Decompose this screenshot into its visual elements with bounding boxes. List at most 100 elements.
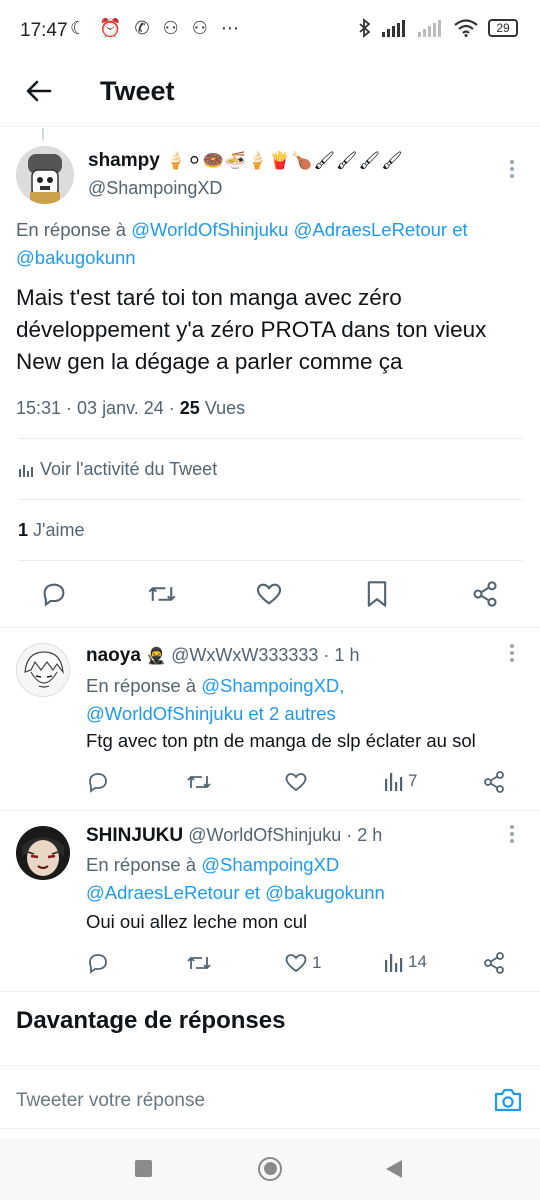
recents-button[interactable] bbox=[135, 1160, 152, 1177]
activity-label: Voir l'activité du Tweet bbox=[40, 459, 218, 479]
battery-icon: 29 bbox=[488, 19, 518, 37]
bluetooth-icon bbox=[359, 18, 371, 38]
author-handle[interactable]: @ShampoingXD bbox=[88, 178, 222, 199]
more-options-icon[interactable] bbox=[509, 160, 515, 180]
reply-context: En réponse à @ShampoingXD @AdraesLeRetou… bbox=[86, 851, 526, 907]
wifi-icon bbox=[454, 19, 478, 37]
share-button[interactable] bbox=[471, 580, 499, 608]
heart-icon bbox=[285, 773, 307, 792]
reply-author-line: SHINJUKU @WorldOfShinjuku · 2 h bbox=[86, 824, 382, 847]
views-count: 7 bbox=[408, 771, 418, 790]
system-icons: 29 bbox=[358, 18, 518, 38]
avatar-naoya[interactable] bbox=[16, 643, 70, 697]
more-options-icon[interactable] bbox=[509, 644, 515, 664]
reply-context: En réponse à @ShampoingXD, @WorldOfShinj… bbox=[86, 672, 526, 728]
back-button[interactable] bbox=[384, 1158, 404, 1180]
views-button[interactable]: 14 bbox=[384, 951, 427, 973]
signal-2-icon bbox=[418, 20, 441, 37]
divider bbox=[18, 438, 522, 439]
author-emojis: 🍦⚪🍩🍜🍦🍟🍗🖌🖌🖌🖌 bbox=[165, 151, 404, 170]
reply-prefix: En réponse à bbox=[86, 854, 197, 875]
reply-button[interactable] bbox=[40, 580, 68, 608]
share-icon bbox=[473, 581, 497, 607]
signal-icon bbox=[382, 20, 405, 37]
reply-author-emoji: 🥷 bbox=[146, 648, 166, 665]
divider bbox=[0, 991, 540, 992]
header-divider bbox=[0, 126, 540, 127]
likes-summary[interactable]: 1 J'aime bbox=[18, 520, 84, 541]
like-button[interactable] bbox=[284, 770, 312, 794]
share-button[interactable] bbox=[482, 770, 506, 794]
divider bbox=[0, 810, 540, 811]
reply-mentions-more[interactable]: @AdraesLeRetour et @bakugokunn bbox=[86, 879, 526, 907]
share-icon bbox=[484, 771, 504, 793]
reply-author-name[interactable]: SHINJUKU bbox=[86, 825, 183, 846]
like-button[interactable]: 1 bbox=[284, 951, 321, 975]
retweet-icon bbox=[148, 587, 176, 601]
retweet-icon bbox=[187, 776, 211, 788]
reply-input[interactable]: Tweeter votre réponse bbox=[16, 1090, 205, 1112]
reply-author-name[interactable]: naoya bbox=[86, 645, 141, 666]
retweet-button[interactable] bbox=[186, 770, 212, 794]
reply-author-line: naoya 🥷 @WxWxW333333 · 1 h bbox=[86, 644, 359, 667]
divider bbox=[0, 627, 540, 628]
like-count: 1 bbox=[312, 953, 322, 972]
likes-label: J'aime bbox=[28, 520, 85, 540]
share-button[interactable] bbox=[482, 951, 506, 975]
thread-line bbox=[42, 128, 44, 140]
tweet-meta: 15:31 · 03 janv. 24 · 25 Vues bbox=[16, 398, 245, 419]
reply-icon bbox=[89, 773, 107, 793]
camera-icon[interactable] bbox=[493, 1086, 523, 1114]
reply-mention[interactable]: @ShampoingXD, bbox=[201, 675, 344, 696]
like-button[interactable] bbox=[255, 580, 283, 608]
reply-mention[interactable]: @ShampoingXD bbox=[201, 854, 339, 875]
reply-text: Oui oui allez leche mon cul bbox=[86, 911, 308, 932]
avatar-shinjuku[interactable] bbox=[16, 826, 70, 880]
heart-icon bbox=[256, 583, 282, 605]
analytics-icon bbox=[385, 954, 403, 972]
tweet-timestamp: 15:31 · 03 janv. 24 · bbox=[16, 398, 180, 418]
analytics-icon bbox=[385, 773, 403, 791]
system-nav-bar bbox=[0, 1138, 540, 1200]
reply-composer[interactable]: Tweeter votre réponse bbox=[0, 1066, 540, 1128]
reply-text: Ftg avec ton ptn de manga de slp éclater… bbox=[86, 730, 476, 751]
divider bbox=[0, 1128, 540, 1129]
reply-context: En réponse à @WorldOfShinjuku @AdraesLeR… bbox=[16, 216, 531, 272]
reply-handle-time: @WorldOfShinjuku · 2 h bbox=[188, 825, 383, 845]
back-arrow-icon[interactable] bbox=[24, 76, 54, 106]
retweet-button[interactable] bbox=[186, 951, 212, 975]
reply-mention-bakugokunn[interactable]: @bakugokunn bbox=[16, 247, 136, 268]
views-count: 14 bbox=[408, 952, 427, 971]
page-title: Tweet bbox=[100, 76, 175, 106]
reply-mentions[interactable]: @WorldOfShinjuku @AdraesLeRetour bbox=[131, 219, 447, 240]
analytics-icon bbox=[19, 464, 33, 477]
share-icon bbox=[484, 952, 504, 974]
bookmark-icon bbox=[367, 581, 387, 607]
divider bbox=[18, 560, 522, 561]
avatar-shampy[interactable] bbox=[16, 146, 74, 204]
bookmark-button[interactable] bbox=[364, 580, 390, 608]
likes-count: 1 bbox=[18, 520, 29, 540]
avatar-image bbox=[17, 644, 69, 696]
retweet-button[interactable] bbox=[147, 580, 177, 608]
reply-icon bbox=[43, 583, 65, 607]
avatar-image bbox=[16, 146, 74, 204]
retweet-icon bbox=[187, 957, 211, 969]
reply-prefix: En réponse à bbox=[86, 675, 197, 696]
author-name[interactable]: shampy bbox=[88, 150, 160, 171]
home-button[interactable] bbox=[258, 1157, 282, 1181]
author-line: shampy 🍦⚪🍩🍜🍦🍟🍗🖌🖌🖌🖌 bbox=[88, 150, 404, 172]
more-options-icon[interactable] bbox=[509, 825, 515, 845]
top-app-bar: Tweet bbox=[0, 62, 540, 124]
reply-button[interactable] bbox=[86, 951, 110, 975]
reply-button[interactable] bbox=[86, 770, 110, 794]
tweet-activity-link[interactable]: Voir l'activité du Tweet bbox=[18, 459, 217, 480]
reply-mentions-more[interactable]: @WorldOfShinjuku et 2 autres bbox=[86, 700, 526, 728]
status-bar: 17:47 ☾ ⏰ ✆ ⚇ ⚇ ⋯ 29 bbox=[0, 0, 540, 62]
views-button[interactable]: 7 bbox=[384, 770, 417, 792]
reply-icon bbox=[89, 954, 107, 974]
reply-prefix: En réponse à bbox=[16, 219, 127, 240]
more-replies-heading: Davantage de réponses bbox=[16, 1007, 286, 1034]
avatar-image bbox=[16, 826, 70, 880]
tweet-text: Mais t'est taré toi ton manga avec zéro … bbox=[16, 285, 487, 374]
